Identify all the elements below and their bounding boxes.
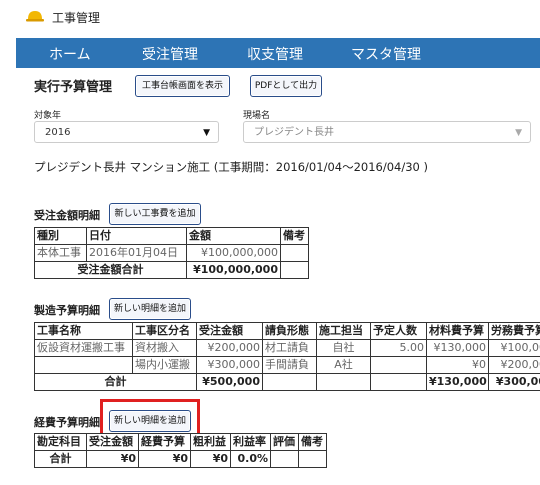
mfg-cell: 5.00 [370,339,427,357]
orders-header-amount: 金額 [186,227,281,245]
exp-header-budget: 経費予算 [138,433,191,451]
exp-total-profit: ¥0 [190,450,231,468]
exp-header-account: 勘定科目 [34,433,87,451]
orders-total-value: ¥100,000,000 [186,261,281,279]
mfg-total-material: ¥130,000 [426,373,489,391]
exp-total-label: 合計 [34,450,87,468]
export-pdf-button[interactable]: PDFとして出力 [250,75,322,97]
mfg-cell: A社 [316,356,371,374]
mfg-cell: ¥200,00 [488,356,540,374]
site-select-value: プレジデント長井 [254,127,334,138]
exp-header-note: 備考 [298,433,327,451]
chevron-down-icon: ▼ [203,128,210,138]
nav-home[interactable]: ホーム [49,44,91,64]
table-row[interactable]: 本体工事 2016年01月04日 ¥100,000,000 [34,244,309,262]
mfg-cell: 自社 [316,339,371,357]
orders-total-row: 受注金額合計 ¥100,000,000 [34,261,309,279]
exp-total-order: ¥0 [86,450,139,468]
mfg-cell: ¥300,000 [196,356,263,374]
manufacturing-table: 工事名称 工事区分名 受注金額 請負形態 施工担当 予定人数 材料費予算 労務費… [34,322,540,391]
year-label: 対象年 [34,111,62,121]
exp-total-margin: 0.0% [230,450,271,468]
mfg-cell: 手間請負 [262,356,317,374]
mfg-cell [370,356,427,374]
mfg-header-contractor: 施工担当 [316,322,371,340]
table-row[interactable]: 場内小運搬 ¥300,000 手間請負 A社 ¥0 ¥200,00 [34,356,540,374]
mfg-total-empty [316,373,371,391]
mfg-header-category: 工事区分名 [132,322,197,340]
mfg-header-name: 工事名称 [34,322,133,340]
mfg-cell: ¥130,000 [426,339,489,357]
exp-header-margin: 利益率 [230,433,271,451]
mfg-total-empty [370,373,427,391]
exp-header-rating: 評価 [270,433,299,451]
add-manufacturing-detail-button[interactable]: 新しい明細を追加 [109,298,191,320]
chevron-down-icon: ▼ [515,128,522,138]
year-select[interactable]: 2016 ▼ [34,121,219,143]
mfg-cell: ¥100,00 [488,339,540,357]
mfg-header-material: 材料費予算 [426,322,489,340]
mfg-total-row: 合計 ¥500,000 ¥130,000 ¥300,00 [34,373,540,391]
mfg-total-labor: ¥300,00 [488,373,540,391]
add-construction-cost-button[interactable]: 新しい工事費を追加 [109,203,201,225]
nav-orders[interactable]: 受注管理 [142,44,198,64]
site-label: 現場名 [243,111,271,121]
page-title: 実行予算管理 [34,80,113,95]
exp-header-profit: 粗利益 [190,433,231,451]
nav-budget[interactable]: 収支管理 [247,44,303,64]
nav-master[interactable]: マスタ管理 [351,44,421,64]
orders-section-title: 受注金額明細 [34,209,100,222]
manufacturing-section-title: 製造予算明細 [34,304,100,317]
mfg-cell: 材工請負 [262,339,317,357]
orders-cell-type: 本体工事 [34,244,87,262]
orders-total-label: 受注金額合計 [34,261,187,279]
app-header: 工事管理 [0,0,540,38]
exp-header-order: 受注金額 [86,433,139,451]
mfg-header-labor: 労務費予算 [488,322,540,340]
orders-cell-note [280,244,309,262]
main-nav: ホーム 受注管理 収支管理 マスタ管理 [16,38,540,68]
orders-header-type: 種別 [34,227,87,245]
mfg-cell: ¥0 [426,356,489,374]
mfg-cell [34,356,133,374]
orders-cell-amount: ¥100,000,000 [186,244,281,262]
mfg-cell: 資材搬入 [132,339,197,357]
expenses-table: 勘定科目 受注金額 経費予算 粗利益 利益率 評価 備考 合計 ¥0 ¥0 ¥0… [34,433,327,468]
mfg-cell: 場内小運搬 [132,356,197,374]
year-select-value: 2016 [45,127,71,138]
mfg-total-label: 合計 [34,373,197,391]
mfg-cell: ¥200,000 [196,339,263,357]
mfg-header-order: 受注金額 [196,322,263,340]
show-ledger-button[interactable]: 工事台帳画面を表示 [135,75,230,97]
orders-cell-date: 2016年01月04日 [86,244,187,262]
orders-total-note [280,261,309,279]
mfg-header-headcount: 予定人数 [370,322,427,340]
site-select[interactable]: プレジデント長井 ▼ [243,121,531,143]
mfg-cell: 仮設資材運搬工事 [34,339,133,357]
exp-total-row: 合計 ¥0 ¥0 ¥0 0.0% [34,450,327,468]
project-summary: プレジデント長井 マンション施工 (工事期間：2016/01/04～2016/0… [34,160,429,174]
orders-header-date: 日付 [86,227,187,245]
expenses-section-title: 経費予算明細 [34,416,100,429]
orders-header-note: 備考 [280,227,309,245]
exp-total-budget: ¥0 [138,450,191,468]
orders-table: 種別 日付 金額 備考 本体工事 2016年01月04日 ¥100,000,00… [34,227,309,279]
helmet-icon [26,11,44,22]
exp-total-note [298,450,327,468]
app-title: 工事管理 [52,11,101,25]
exp-total-rating [270,450,299,468]
mfg-header-contract: 請負形態 [262,322,317,340]
mfg-total-empty [262,373,317,391]
table-row[interactable]: 仮設資材運搬工事 資材搬入 ¥200,000 材工請負 自社 5.00 ¥130… [34,339,540,357]
mfg-total-order: ¥500,000 [196,373,263,391]
